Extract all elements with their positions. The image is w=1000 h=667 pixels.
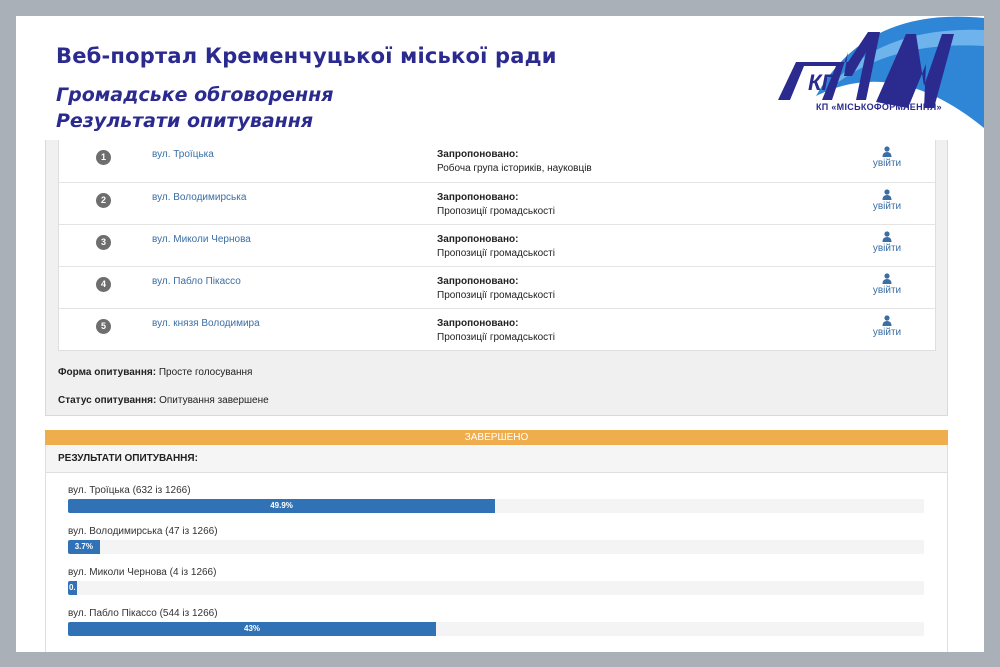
result-progress-track: 43% [68,622,924,636]
result-progress-fill: 0. [68,581,77,595]
survey-form-label: Форма опитування: [58,367,157,378]
result-item: вул. Троїцька (632 із 1266) 49.9% [68,485,924,513]
survey-status-label: Статус опитування: [58,395,157,406]
proposal-row: 4 вул. Пабло Пікассо Запропоновано: Пропози… [59,266,935,308]
offered-label: Запропоновано: [437,149,519,160]
result-label: вул. Володимирська (47 із 1266) [68,526,218,537]
survey-status-value: Опитування завершене [159,395,269,406]
result-progress-fill: 3.7% [68,540,100,554]
user-icon [882,146,892,157]
result-progress-track: 0. [68,581,924,595]
survey-panel: 1 вул. Троїцька Запропоновано: Робоча група… [45,140,948,416]
login-label: увійти [872,285,902,296]
login-button[interactable]: увійти [867,189,907,212]
status-banner: ЗАВЕРШЕНО [45,430,948,445]
user-icon [882,315,892,326]
result-progress-fill: 43% [68,622,437,636]
offered-label: Запропоновано: [437,192,519,203]
offered-label: Запропоновано: [437,276,519,287]
login-button[interactable]: увійти [867,315,907,338]
proposal-list: 1 вул. Троїцька Запропоновано: Робоча група… [58,140,936,351]
login-button[interactable]: увійти [867,146,907,169]
result-label: вул. Троїцька (632 із 1266) [68,485,191,496]
offered-by: Пропозиції громадськості [437,332,555,343]
proposal-offered: Запропоновано: Пропозиції громадськості [437,317,555,345]
result-item: вул. Володимирська (47 із 1266) 3.7% [68,526,924,554]
result-item: вул. Миколи Чернова (4 із 1266) 0. [68,567,924,595]
offered-by: Пропозиції громадськості [437,290,555,301]
results-panel: РЕЗУЛЬТАТИ ОПИТУВАННЯ: вул. Троїцька (63… [45,445,948,652]
result-progress-track: 3.7% [68,540,924,554]
slide: Веб-портал Кременчуцької міської ради Гр… [16,16,984,652]
survey-form: Форма опитування: Просте голосування [58,367,252,378]
proposal-street-link[interactable]: вул. Володимирська [152,192,246,203]
login-label: увійти [872,158,902,169]
proposal-offered: Запропоновано: Пропозиції громадськості [437,275,555,303]
user-icon [882,189,892,200]
logo-text: КП [808,70,839,95]
survey-form-value: Просте голосування [158,367,253,378]
result-progress-track: 49.9% [68,499,924,513]
discussion-subtitle: Громадське обговорення [56,84,334,106]
proposal-row: 5 вул. князя Володимира Запропоновано: Проп… [59,308,935,350]
proposal-offered: Запропоновано: Робоча група істориків, на… [437,148,592,176]
logo-caption: КП «МІСЬКОФОРМЛЕННЯ» [816,102,942,112]
user-icon [882,273,892,284]
proposal-offered: Запропоновано: Пропозиції громадськості [437,233,555,261]
proposal-number: 3 [96,235,111,250]
offered-by: Робоча група істориків, науковців [437,163,592,174]
portal-title: Веб-портал Кременчуцької міської ради [56,44,557,68]
user-icon [882,231,892,242]
proposal-number: 1 [96,150,111,165]
proposal-number: 5 [96,319,111,334]
result-progress-fill: 49.9% [68,499,496,513]
proposal-row: 3 вул. Миколи Чернова Запропоновано: Пропоз… [59,224,935,266]
proposal-street-link[interactable]: вул. князя Володимира [152,318,260,329]
proposal-street-link[interactable]: вул. Троїцька [152,149,214,160]
results-subtitle: Результати опитування [56,110,314,132]
login-label: увійти [872,201,902,212]
login-label: увійти [872,327,902,338]
proposal-street-link[interactable]: вул. Пабло Пікассо [152,276,241,287]
proposal-row: 1 вул. Троїцька Запропоновано: Робоча група… [59,140,935,182]
result-label: вул. Пабло Пікассо (544 із 1266) [68,608,218,619]
proposal-offered: Запропоновано: Пропозиції громадськості [437,191,555,219]
login-label: увійти [872,243,902,254]
login-button[interactable]: увійти [867,231,907,254]
offered-by: Пропозиції громадськості [437,248,555,259]
proposal-street-link[interactable]: вул. Миколи Чернова [152,234,251,245]
offered-label: Запропоновано: [437,234,519,245]
proposal-number: 4 [96,277,111,292]
login-button[interactable]: увійти [867,273,907,296]
offered-label: Запропоновано: [437,318,519,329]
result-label: вул. Миколи Чернова (4 із 1266) [68,567,217,578]
proposal-number: 2 [96,193,111,208]
proposal-row: 2 вул. Володимирська Запропоновано: Пропози… [59,182,935,224]
result-item: вул. Пабло Пікассо (544 із 1266) 43% [68,608,924,636]
offered-by: Пропозиції громадськості [437,206,555,217]
survey-status: Статус опитування: Опитування завершене [58,395,269,406]
results-heading: РЕЗУЛЬТАТИ ОПИТУВАННЯ: [46,445,947,473]
